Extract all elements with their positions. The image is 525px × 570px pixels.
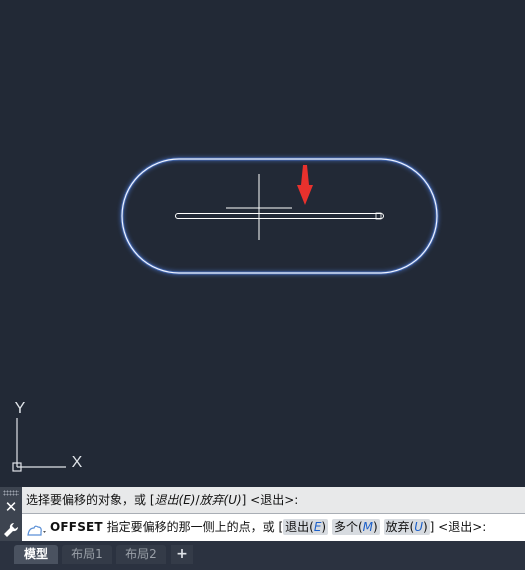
wrench-icon[interactable]	[3, 522, 19, 538]
option-undo-label: 放弃(	[385, 520, 415, 534]
layout-tab-bar: 模型 布局1 布局2 +	[0, 541, 525, 570]
arrow-annotation-icon	[297, 165, 313, 205]
option-multiple-key: M	[362, 520, 373, 534]
option-exit-label: 退出(	[285, 520, 314, 534]
option-multiple-end: )	[372, 520, 378, 534]
tab-layout1[interactable]: 布局1	[62, 545, 112, 564]
command-input-line[interactable]: OFFSET 指定要偏移的那一侧上的点，或 [退出(E) 多个(M) 放弃(U)…	[22, 514, 525, 541]
command-bracket-close: ]	[429, 520, 439, 534]
option-exit-button[interactable]: 退出(E)	[283, 519, 329, 535]
drag-handle-icon[interactable]	[3, 490, 19, 496]
ucs-y-label: Y	[15, 400, 26, 417]
history-option-exit: 退出(E)	[154, 493, 196, 507]
option-multiple-button[interactable]: 多个(M)	[331, 519, 380, 535]
option-undo-key: U	[414, 520, 423, 534]
command-default: <退出>:	[438, 520, 487, 534]
command-name: OFFSET	[50, 520, 103, 534]
history-default: <退出>:	[246, 493, 299, 507]
drawing-canvas[interactable]: Y X	[0, 0, 525, 487]
command-dropdown-icon[interactable]	[26, 521, 50, 536]
tab-model[interactable]: 模型	[14, 545, 58, 564]
option-undo-end: )	[422, 520, 428, 534]
ucs-axes-icon	[12, 418, 66, 472]
ucs-x-label: X	[72, 454, 83, 471]
history-option-undo: 放弃(U)	[199, 493, 242, 507]
add-layout-button[interactable]: +	[171, 545, 193, 564]
command-line-grip[interactable]: ✕	[0, 487, 22, 541]
option-exit-end: )	[321, 520, 327, 534]
tab-layout2[interactable]: 布局2	[116, 545, 166, 564]
command-history-line: 选择要偏移的对象，或 [退出(E)/放弃(U)] <退出>:	[22, 487, 525, 514]
option-multiple-label: 多个(	[333, 520, 363, 534]
close-icon[interactable]: ✕	[4, 500, 18, 515]
command-prompt: 指定要偏移的那一侧上的点，或 [	[102, 520, 284, 534]
option-undo-button[interactable]: 放弃(U)	[383, 519, 430, 535]
inner-slot[interactable]	[175, 213, 384, 219]
offset-slot-outline[interactable]	[120, 157, 439, 275]
crosshair-cursor	[226, 174, 292, 240]
history-prompt: 选择要偏移的对象，或	[26, 493, 150, 507]
